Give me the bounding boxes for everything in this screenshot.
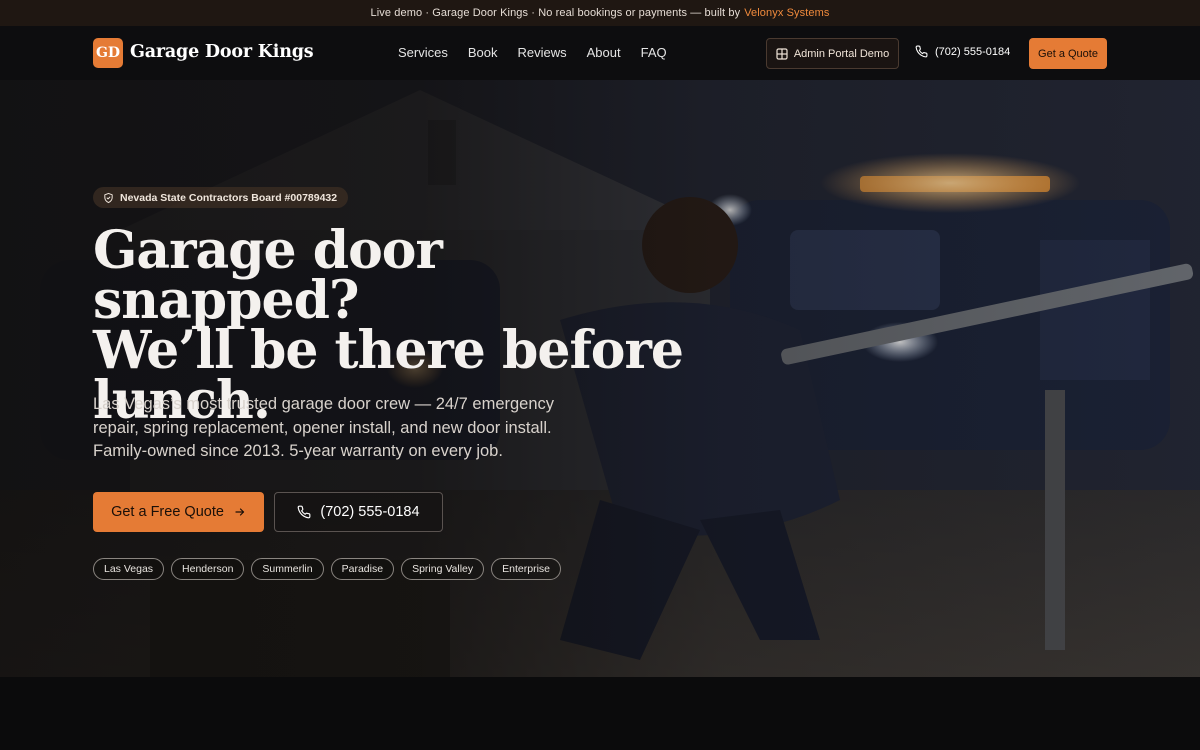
hero-section: Nevada State Contractors Board #00789432… — [0, 80, 1200, 677]
hero-subcopy: Las Vegas’s most trusted garage door cre… — [93, 395, 555, 460]
free-quote-label: Get a Free Quote — [111, 504, 224, 520]
nav-link-reviews[interactable]: Reviews — [518, 45, 567, 60]
brand-name[interactable]: Garage Door Kings — [130, 42, 314, 62]
headline-line-1: Garage door snapped? — [93, 220, 443, 331]
service-area-pill: Summerlin — [251, 558, 324, 580]
service-area-list: Las Vegas Henderson Summerlin Paradise S… — [93, 558, 562, 580]
nav-link-about[interactable]: About — [587, 45, 621, 60]
logo-mark[interactable]: GD — [93, 38, 123, 68]
nav-link-book[interactable]: Book — [468, 45, 498, 60]
builder-link[interactable]: Velonyx Systems — [744, 7, 829, 19]
service-area-pill: Henderson — [171, 558, 245, 580]
shield-check-icon — [103, 192, 114, 204]
get-quote-button[interactable]: Get a Quote — [1029, 38, 1107, 69]
service-area-pill: Paradise — [330, 558, 395, 580]
admin-portal-label: Admin Portal Demo — [793, 47, 890, 60]
service-area-pill: Spring Valley — [401, 558, 485, 580]
demo-banner-text: Live demo · Garage Door Kings · No real … — [370, 7, 741, 19]
service-area-pill: Las Vegas — [93, 558, 165, 580]
call-phone-number: (702) 555-0184 — [320, 504, 420, 520]
headline-line-2: We’ll be there before — [93, 320, 684, 381]
call-phone-button[interactable]: (702) 555-0184 — [274, 492, 443, 532]
header-phone-number: (702) 555-0184 — [935, 45, 1011, 58]
nav-link-services[interactable]: Services — [398, 45, 448, 60]
phone-icon — [297, 505, 311, 519]
demo-banner: Live demo · Garage Door Kings · No real … — [0, 0, 1200, 26]
header-phone-link[interactable]: (702) 555-0184 — [915, 45, 1010, 58]
arrow-right-icon — [234, 506, 246, 518]
admin-portal-button[interactable]: Admin Portal Demo — [766, 38, 899, 69]
main-nav: Services Book Reviews About FAQ — [398, 45, 687, 60]
site-header: GD Garage Door Kings Services Book Revie… — [0, 26, 1200, 80]
license-text: Nevada State Contractors Board #00789432 — [120, 191, 338, 204]
grid-icon — [776, 47, 788, 60]
license-badge: Nevada State Contractors Board #00789432 — [93, 187, 349, 208]
phone-icon — [915, 45, 928, 58]
free-quote-button[interactable]: Get a Free Quote — [93, 492, 264, 532]
page-below-hero — [0, 677, 1200, 750]
nav-link-faq[interactable]: FAQ — [641, 45, 667, 60]
service-area-pill: Enterprise — [491, 558, 562, 580]
